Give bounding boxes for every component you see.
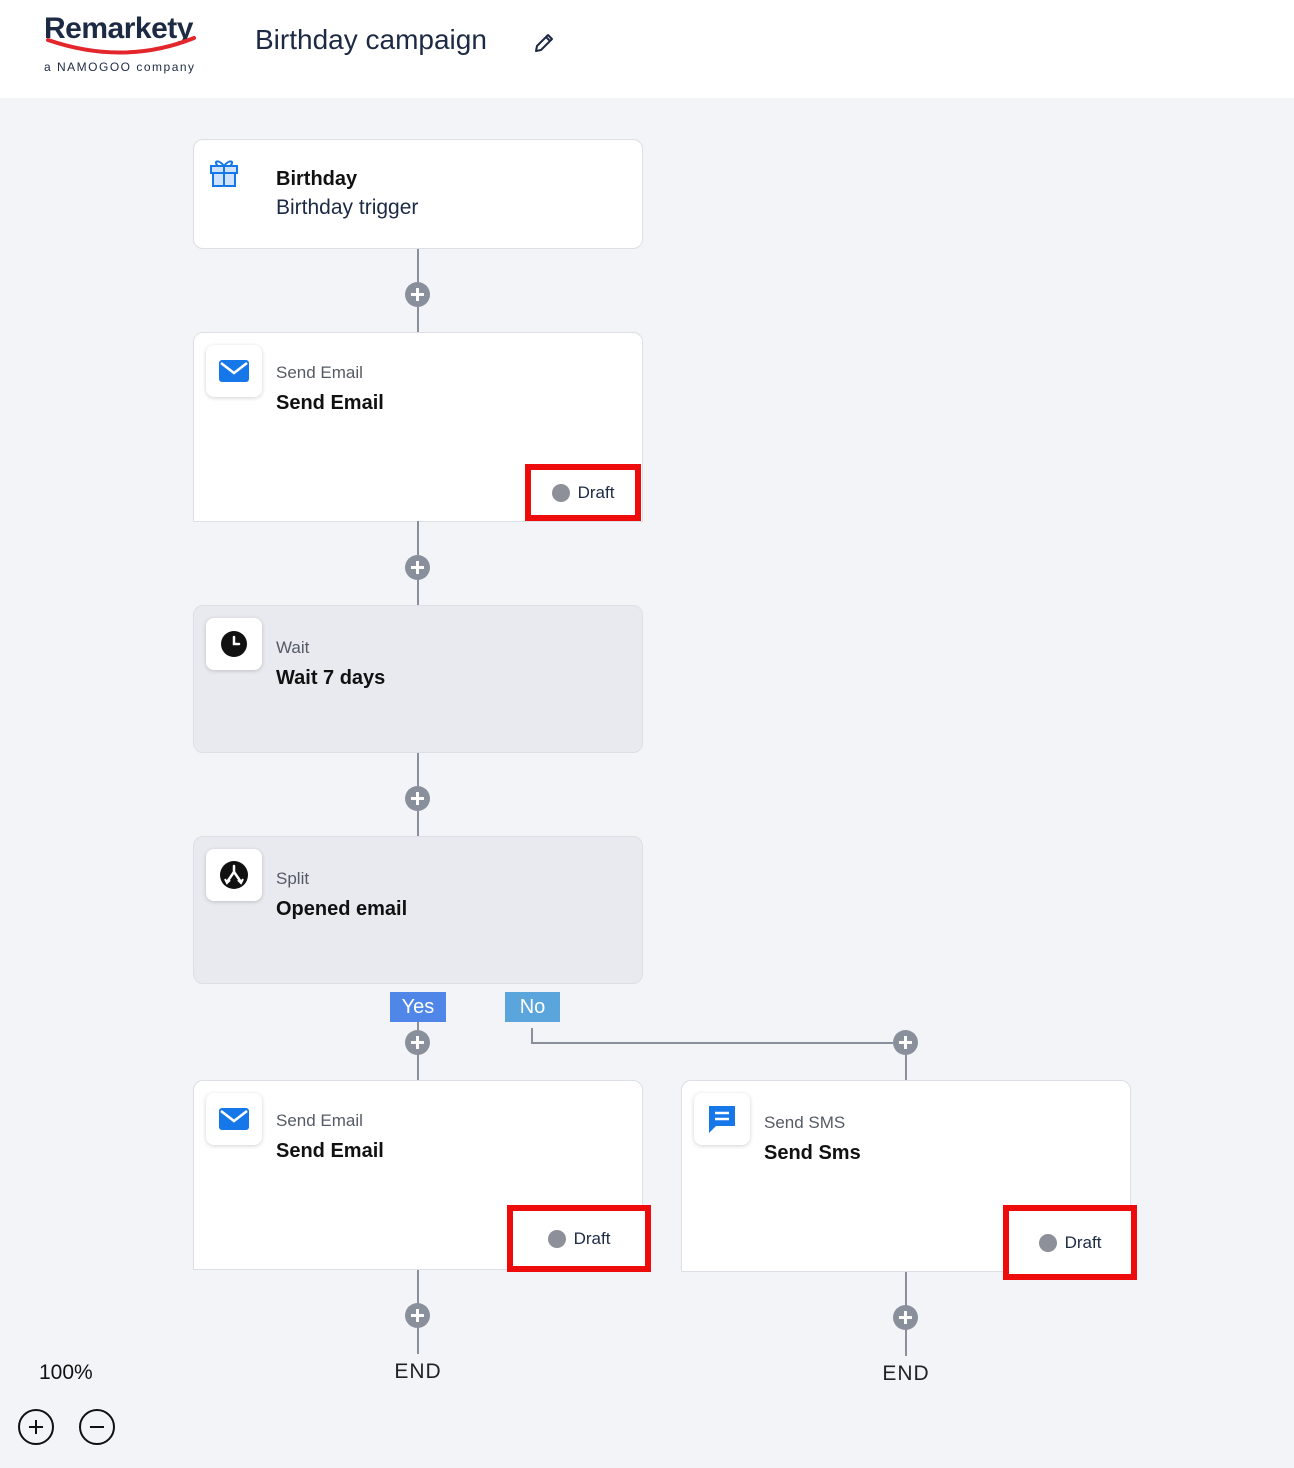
status-text: Draft bbox=[1064, 1232, 1102, 1252]
chat-bubble-icon bbox=[694, 1093, 750, 1145]
status-dot-icon bbox=[551, 483, 570, 502]
trigger-subtitle: Birthday trigger bbox=[276, 196, 419, 219]
node-type-label: Send Email bbox=[276, 363, 363, 382]
no-branch-label: No bbox=[505, 992, 560, 1022]
node-type-label: Wait bbox=[276, 638, 310, 657]
status-text: Draft bbox=[577, 482, 615, 502]
zoom-level: 100% bbox=[39, 1361, 93, 1384]
trigger-node[interactable]: Birthday Birthday trigger bbox=[193, 139, 643, 249]
node-type-label: Send Email bbox=[276, 1111, 363, 1130]
logo-swoosh-icon bbox=[46, 36, 196, 55]
page-title: Birthday campaign bbox=[255, 24, 487, 55]
add-step-button[interactable] bbox=[893, 1030, 918, 1055]
split-node[interactable]: Split Opened email bbox=[193, 836, 643, 984]
add-step-button[interactable] bbox=[405, 555, 430, 580]
draft-status-badge: Draft bbox=[1003, 1205, 1137, 1280]
add-step-button[interactable] bbox=[405, 786, 430, 811]
node-type-label: Send SMS bbox=[764, 1113, 846, 1132]
node-name-label: Send Sms bbox=[764, 1142, 861, 1164]
status-dot-icon bbox=[1038, 1233, 1057, 1252]
clock-icon bbox=[206, 618, 262, 670]
end-label: END bbox=[394, 1360, 442, 1383]
wait-node[interactable]: Wait Wait 7 days bbox=[193, 605, 643, 753]
node-name-label: Wait 7 days bbox=[276, 667, 386, 689]
end-label: END bbox=[882, 1362, 930, 1385]
gift-icon bbox=[210, 160, 238, 187]
connector bbox=[905, 1055, 907, 1081]
status-text: Draft bbox=[573, 1228, 611, 1248]
zoom-in-button[interactable] bbox=[18, 1409, 54, 1445]
node-type-label: Split bbox=[276, 869, 310, 888]
status-dot-icon bbox=[547, 1229, 566, 1248]
add-step-button[interactable] bbox=[405, 282, 430, 307]
add-step-button[interactable] bbox=[405, 1303, 430, 1328]
draft-status-badge: Draft bbox=[507, 1205, 651, 1272]
draft-status-badge: Draft bbox=[525, 464, 641, 521]
remarkety-logo[interactable]: Remarkety a NAMOGOO company bbox=[44, 10, 214, 78]
envelope-icon bbox=[206, 1093, 262, 1145]
node-name-label: Send Email bbox=[276, 392, 384, 414]
add-step-button[interactable] bbox=[405, 1030, 430, 1055]
pencil-icon[interactable] bbox=[532, 31, 556, 55]
envelope-icon bbox=[206, 345, 262, 397]
app-header: Remarkety a NAMOGOO company Birthday cam… bbox=[0, 0, 1294, 98]
add-step-button[interactable] bbox=[893, 1305, 918, 1330]
split-icon bbox=[206, 849, 262, 901]
logo-subtitle: a NAMOGOO company bbox=[44, 60, 196, 74]
zoom-out-button[interactable] bbox=[79, 1409, 115, 1445]
node-name-label: Opened email bbox=[276, 898, 408, 920]
trigger-title: Birthday bbox=[276, 168, 358, 190]
yes-branch-label: Yes bbox=[390, 992, 446, 1022]
connector bbox=[531, 1042, 893, 1044]
node-name-label: Send Email bbox=[276, 1140, 384, 1162]
